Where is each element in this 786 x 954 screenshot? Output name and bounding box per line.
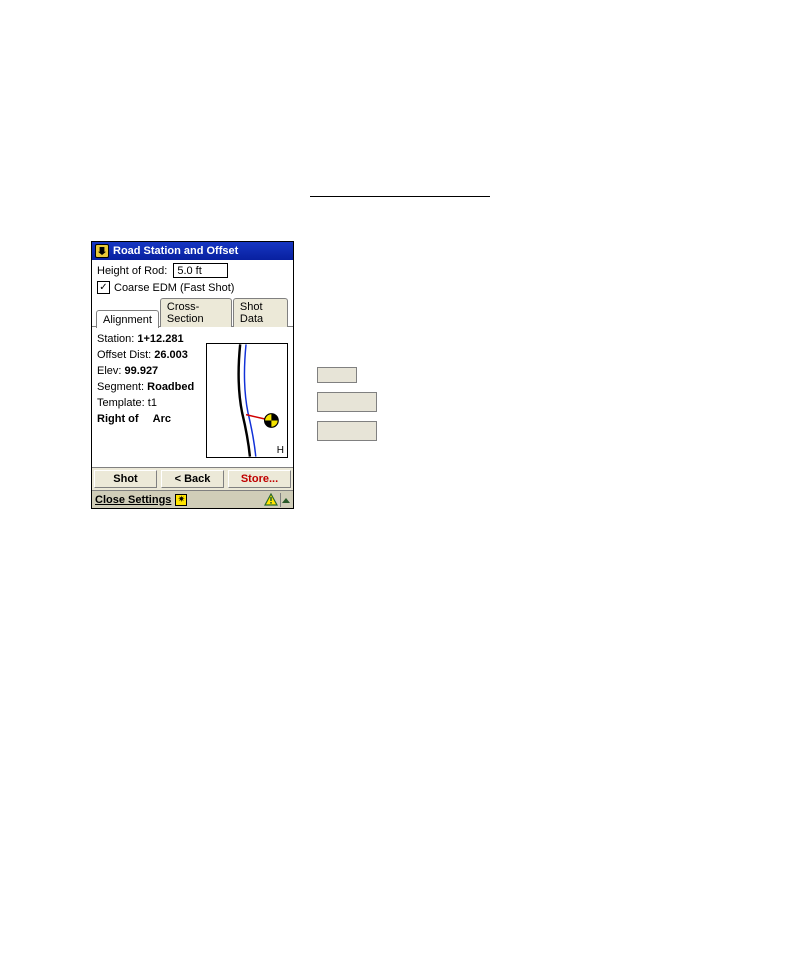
status-right bbox=[264, 493, 290, 507]
tab-shot-data[interactable]: Shot Data bbox=[233, 298, 288, 327]
preview-svg bbox=[207, 344, 287, 457]
offset-label: Offset Dist: bbox=[97, 349, 151, 361]
alignment-panel: Station: 1+12.281 Offset Dist: 26.003 El… bbox=[92, 327, 293, 467]
coarse-edm-row: ✓ Coarse EDM (Fast Shot) bbox=[97, 281, 288, 294]
ghost-box-3 bbox=[317, 421, 377, 441]
template-label: Template: bbox=[97, 397, 145, 409]
app-window: Road Station and Offset Height of Rod: 5… bbox=[91, 241, 294, 509]
template-value: t1 bbox=[148, 397, 157, 409]
close-settings-link[interactable]: Close Settings bbox=[95, 494, 171, 506]
back-button[interactable]: < Back bbox=[161, 470, 224, 488]
ghost-box-2 bbox=[317, 392, 377, 412]
height-of-rod-row: Height of Rod: 5.0 ft bbox=[97, 263, 288, 278]
height-of-rod-input[interactable]: 5.0 ft bbox=[173, 263, 228, 278]
side-value: Arc bbox=[153, 413, 171, 425]
shot-button[interactable]: Shot bbox=[94, 470, 157, 488]
app-icon bbox=[95, 244, 109, 258]
height-of-rod-label: Height of Rod: bbox=[97, 265, 173, 277]
titlebar: Road Station and Offset bbox=[92, 242, 293, 260]
station-value: 1+12.281 bbox=[137, 333, 183, 345]
warning-icon[interactable] bbox=[264, 493, 278, 507]
window-title: Road Station and Offset bbox=[113, 245, 238, 257]
offset-value: 26.003 bbox=[154, 349, 188, 361]
preview-h-label: H bbox=[277, 445, 284, 456]
upper-panel: Height of Rod: 5.0 ft ✓ Coarse EDM (Fast… bbox=[92, 260, 293, 298]
star-icon[interactable]: ✷ bbox=[175, 494, 187, 506]
button-bar: Shot < Back Store... bbox=[92, 467, 293, 490]
statusbar: Close Settings ✷ bbox=[92, 490, 293, 508]
side-label: Right of bbox=[97, 413, 139, 425]
tab-alignment[interactable]: Alignment bbox=[96, 310, 159, 328]
segment-label: Segment: bbox=[97, 381, 144, 393]
tab-cross-section[interactable]: Cross-Section bbox=[160, 298, 232, 327]
alignment-preview: H bbox=[206, 343, 288, 458]
elev-label: Elev: bbox=[97, 365, 121, 377]
segment-value: Roadbed bbox=[147, 381, 194, 393]
elev-value: 99.927 bbox=[125, 365, 159, 377]
decorative-underline bbox=[310, 196, 490, 197]
coarse-edm-label: Coarse EDM (Fast Shot) bbox=[114, 282, 234, 294]
ghost-box-1 bbox=[317, 367, 357, 383]
station-label: Station: bbox=[97, 333, 134, 345]
coarse-edm-checkbox[interactable]: ✓ bbox=[97, 281, 110, 294]
expand-up-icon[interactable] bbox=[280, 493, 290, 507]
tab-strip: Alignment Cross-Section Shot Data bbox=[92, 298, 293, 327]
store-button[interactable]: Store... bbox=[228, 470, 291, 488]
